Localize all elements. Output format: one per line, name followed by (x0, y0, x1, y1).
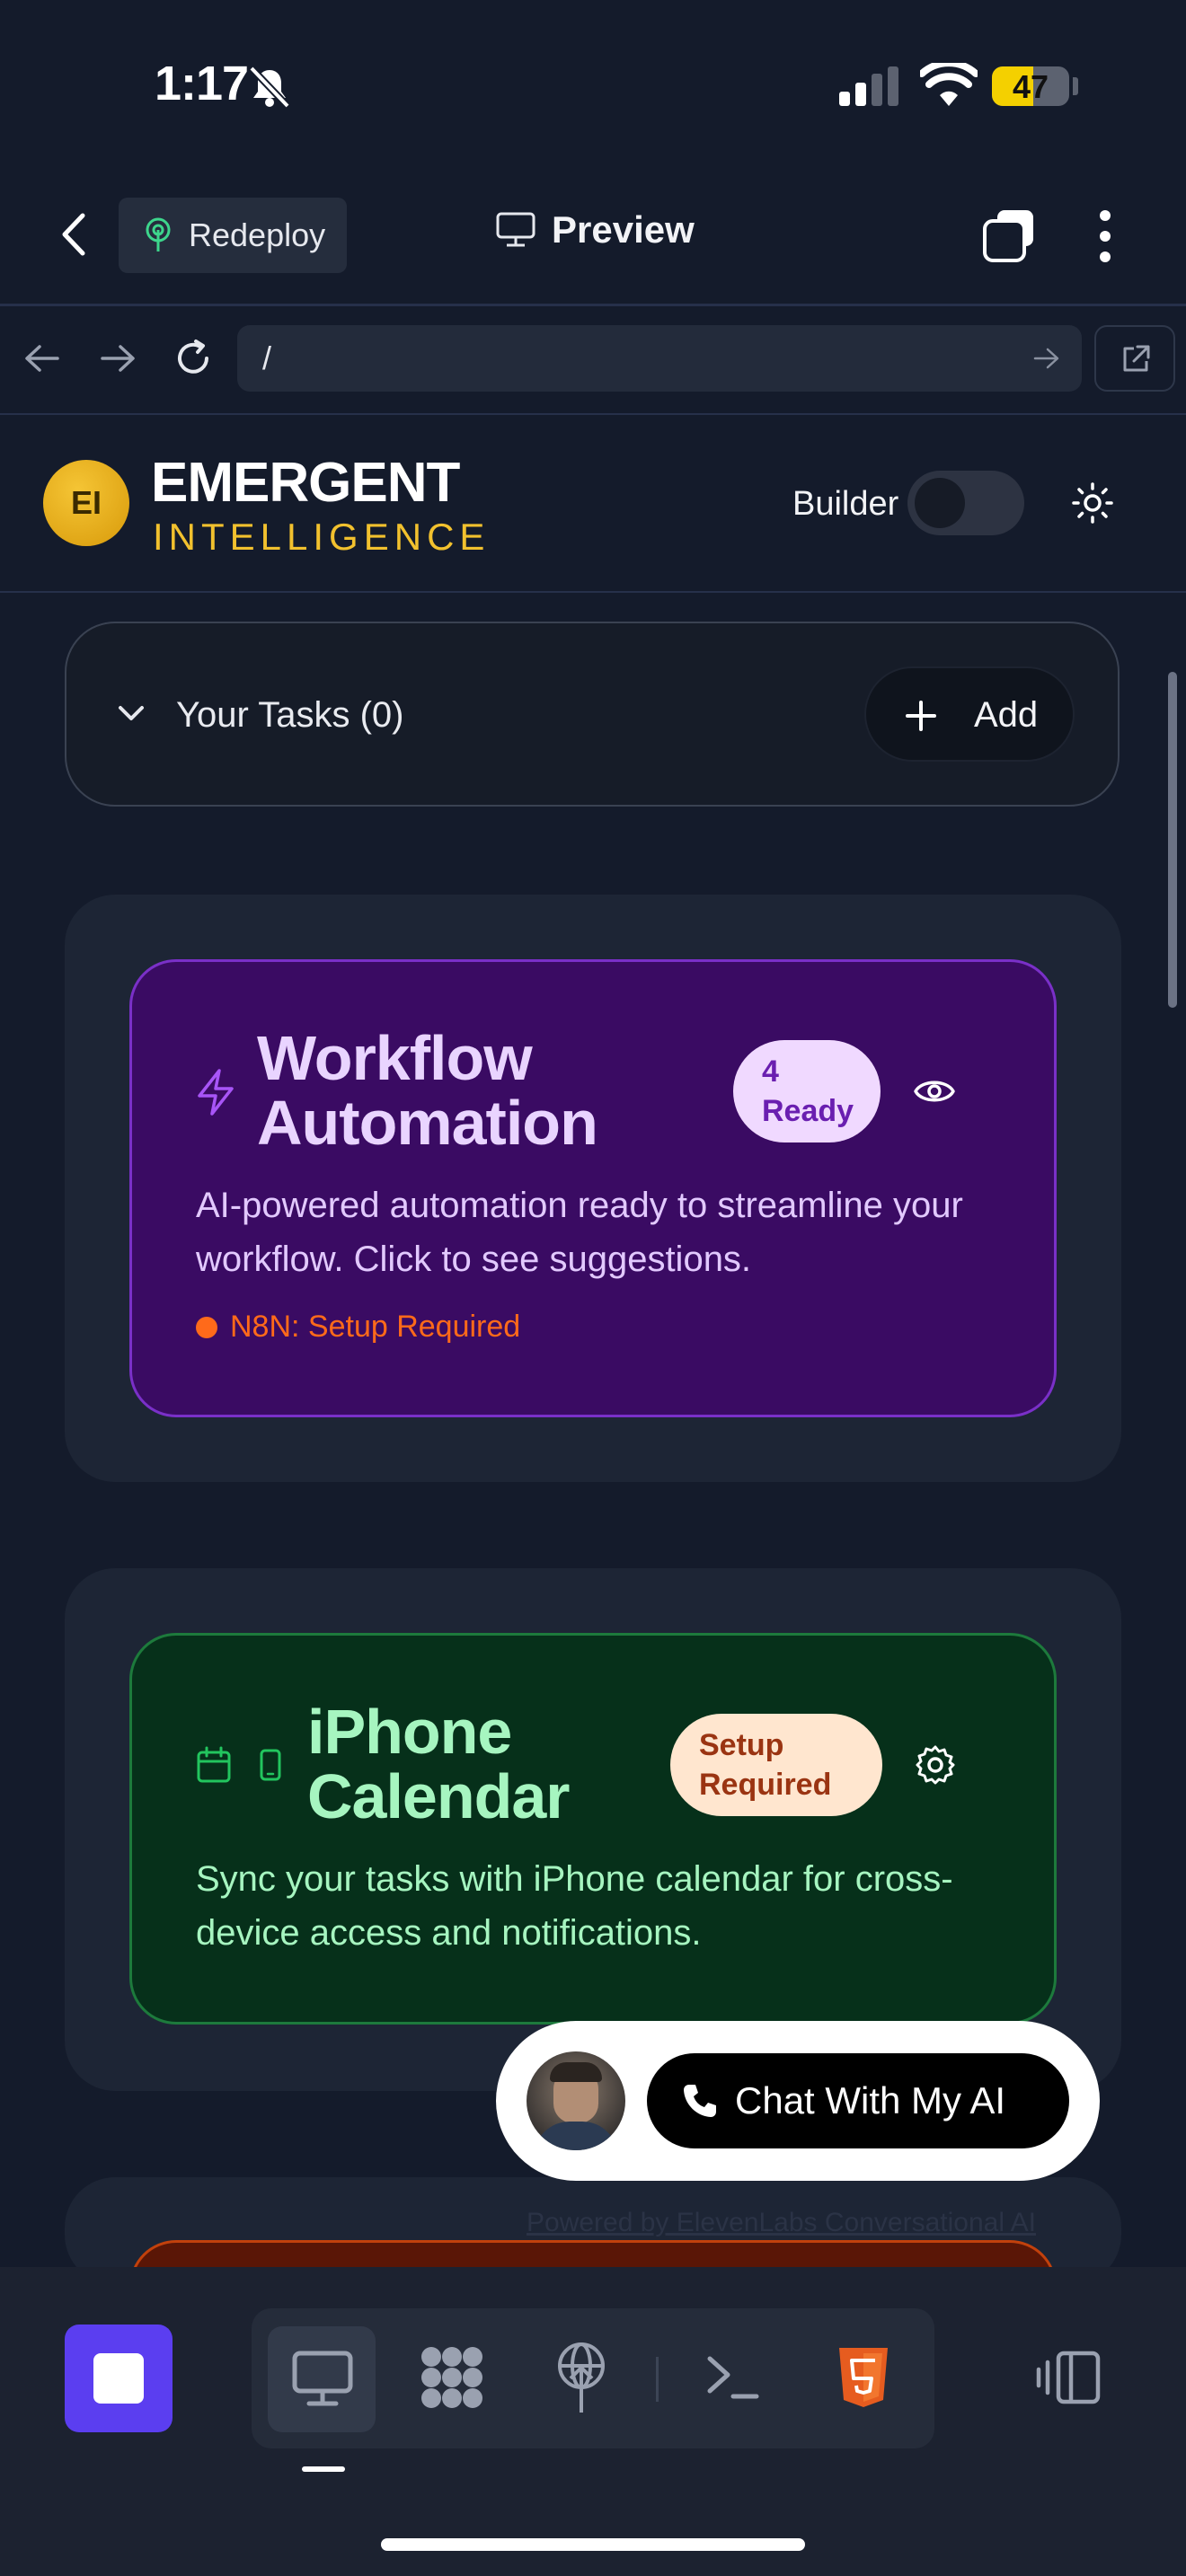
plus-icon (906, 701, 936, 731)
terminal-icon[interactable] (704, 2353, 760, 2404)
avatar[interactable] (527, 2051, 625, 2150)
html5-icon[interactable] (836, 2346, 891, 2409)
redeploy-button[interactable]: Redeploy (119, 198, 347, 273)
redeploy-icon (146, 217, 171, 251)
back-icon[interactable] (59, 212, 90, 257)
go-icon[interactable] (1033, 347, 1060, 370)
workflow-description: AI-powered automation ready to streamlin… (196, 1186, 963, 1279)
more-icon[interactable] (1096, 208, 1114, 264)
phone-icon (260, 1749, 281, 1781)
panel-toggle-icon[interactable] (1035, 2350, 1102, 2405)
calendar-description: Sync your tasks with iPhone calendar for… (196, 1859, 953, 1953)
battery-level: 47 (1012, 68, 1049, 105)
status-time: 1:17 (155, 57, 249, 110)
chat-button-label: Chat With My AI (735, 2079, 1006, 2122)
eye-icon[interactable] (913, 1074, 956, 1108)
chevron-down-icon[interactable] (117, 704, 146, 724)
brand-subtitle: INTELLIGENCE (153, 516, 491, 558)
home-indicator[interactable] (381, 2538, 805, 2551)
deploy-icon[interactable] (553, 2342, 609, 2414)
silent-bell-icon (249, 66, 290, 109)
add-label: Add (974, 695, 1039, 735)
builder-label: Builder (792, 485, 899, 523)
redeploy-label: Redeploy (189, 216, 326, 253)
monitor-icon (496, 212, 535, 247)
nav-back-icon[interactable] (23, 343, 61, 374)
url-path: / (262, 340, 272, 376)
signal-icon (839, 66, 898, 106)
desktop-icon[interactable] (291, 2350, 354, 2407)
calendar-card[interactable] (129, 1633, 1057, 2025)
status-dot (196, 1316, 217, 1338)
battery-icon: 47 (992, 66, 1069, 106)
nav-forward-icon[interactable] (99, 343, 137, 374)
active-tab-indicator (302, 2466, 345, 2472)
toolbar-divider (656, 2357, 659, 2402)
gear-icon[interactable] (915, 1744, 956, 1786)
preview-label: Preview (552, 208, 695, 251)
wifi-icon (920, 63, 978, 106)
n8n-status: N8N: Setup Required (196, 1310, 520, 1345)
calendar-icon (197, 1746, 231, 1783)
builder-toggle[interactable] (907, 471, 1024, 535)
stop-icon (93, 2353, 144, 2404)
stop-button[interactable] (65, 2325, 173, 2432)
tasks-title[interactable]: Your Tasks (0) (176, 695, 403, 736)
open-external-icon (1123, 345, 1150, 372)
reload-icon[interactable] (173, 338, 214, 379)
bolt-icon (198, 1069, 234, 1116)
logo-badge: EI (43, 460, 129, 546)
ready-badge: 4 Ready (733, 1040, 881, 1142)
setup-badge: Setup Required (670, 1714, 882, 1816)
sun-icon[interactable] (1071, 481, 1114, 525)
add-task-button[interactable]: Add (864, 666, 1075, 762)
apps-icon[interactable] (419, 2344, 485, 2411)
tabs-icon[interactable] (983, 208, 1037, 262)
powered-by-link[interactable]: Powered by ElevenLabs Conversational AI (527, 2208, 1036, 2238)
chat-button[interactable]: Chat With My AI (647, 2053, 1069, 2148)
workflow-title: Workflow Automation (257, 1023, 598, 1158)
scrollbar[interactable] (1168, 672, 1177, 1008)
url-input[interactable]: / (237, 325, 1082, 392)
brand-title: EMERGENT (151, 452, 460, 514)
phone-call-icon (684, 2085, 716, 2117)
calendar-title: iPhone Calendar (307, 1697, 571, 1831)
preview-title: Preview (496, 208, 695, 251)
open-external-button[interactable] (1094, 325, 1175, 392)
